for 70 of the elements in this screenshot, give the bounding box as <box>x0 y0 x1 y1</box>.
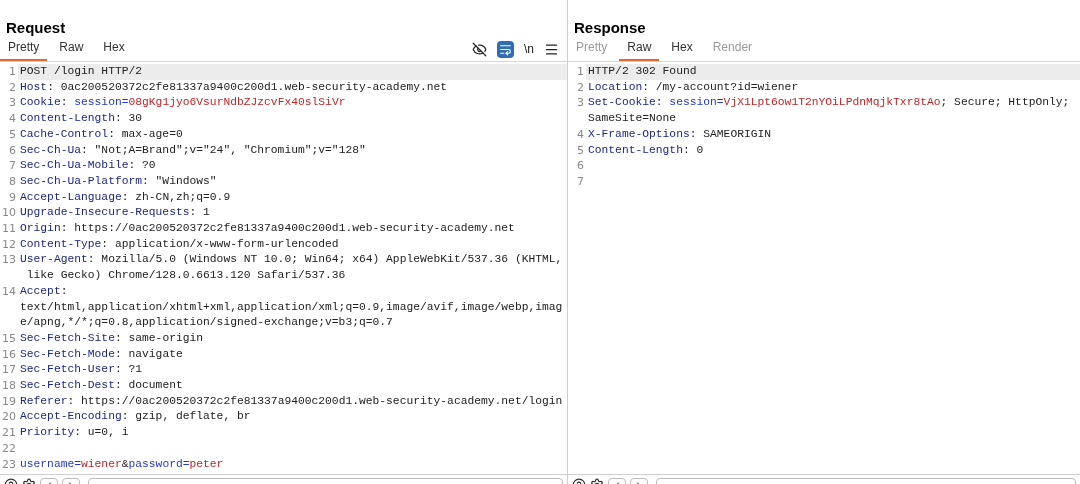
line-number: 12 <box>1 236 17 253</box>
line-number: 14 <box>1 283 17 300</box>
code-line: Cache-Control: max-age=0 <box>19 126 184 142</box>
line-number: 19 <box>1 393 17 410</box>
tab[interactable]: Raw <box>619 38 660 61</box>
line-number: 3 <box>8 95 17 112</box>
line-number: 2 <box>576 79 585 96</box>
hide-icon[interactable] <box>472 41 487 57</box>
code-line: username=wiener&password=peter <box>19 456 225 472</box>
tab[interactable]: Hex <box>95 38 133 61</box>
tab[interactable]: Hex <box>663 38 701 61</box>
line-number: 20 <box>1 409 17 426</box>
code-line: Set-Cookie: session=VjX1Lpt6ow1T2nYOiLPdnMqjkTxr8tAo; Secure; HttpOnly; <box>587 95 1071 111</box>
code-line: Origin: https://0ac200520372c2fe81337a9400c200d1.web-security-academy.net <box>19 221 516 237</box>
menu-icon[interactable] <box>544 41 559 57</box>
line-number: 5 <box>8 126 17 143</box>
line-number: 6 <box>576 158 585 174</box>
line-number: 23 <box>1 456 17 473</box>
line-number: 7 <box>576 173 585 190</box>
code-line: Sec-Ch-Ua: "Not;A=Brand";v="24", "Chromium";v="128" <box>19 142 367 158</box>
line-number: 13 <box>1 252 17 269</box>
line-number: 4 <box>8 111 17 127</box>
code-line: like Gecko) Chrome/128.0.6613.120 Safari/537.36 <box>25 268 347 284</box>
line-number: 16 <box>1 346 17 363</box>
line-number: 8 <box>8 173 17 190</box>
line-number: 7 <box>8 158 17 174</box>
newline-toggle[interactable]: \n <box>524 40 534 58</box>
line-number: 22 <box>1 440 17 457</box>
code-line: Accept-Encoding: gzip, deflate, br <box>19 409 252 425</box>
line-number: 9 <box>8 189 17 206</box>
panel-title: Request <box>5 18 67 38</box>
tab[interactable]: Raw <box>51 38 92 61</box>
line-number: 17 <box>1 362 17 379</box>
tab[interactable]: Pretty <box>0 38 48 61</box>
line-number: 10 <box>1 205 17 222</box>
code-line: X-Frame-Options: SAMEORIGIN <box>587 126 773 142</box>
line-number: 21 <box>1 425 17 441</box>
code-line: e/apng,*/*;q=0.8,application/signed-exchange;v=b3;q=0.7 <box>19 315 394 331</box>
code-line: Sec-Ch-Ua-Platform: "Windows" <box>19 173 218 189</box>
line-number: 3 <box>576 95 585 112</box>
code-line: Referer: https://0ac200520372c2fe81337a9400c200d1.web-security-academy.net/login <box>19 393 564 409</box>
code-line: text/html,application/xhtml+xml,application/xml;q=0.9,image/avif,image/webp,imag <box>19 299 564 315</box>
wrap-toggle[interactable] <box>497 40 514 58</box>
code-line: Sec-Fetch-Mode: navigate <box>19 346 184 362</box>
code-line: Accept: <box>19 283 69 299</box>
code-line: Sec-Fetch-User: ?1 <box>19 362 144 378</box>
code-line: SameSite=None <box>587 111 678 127</box>
line-number: 18 <box>1 378 17 394</box>
code-line: Accept-Language: zh-CN,zh;q=0.9 <box>19 189 232 205</box>
line-number: 6 <box>8 142 17 159</box>
code-line: Sec-Fetch-Site: same-origin <box>19 330 205 346</box>
line-number: 4 <box>576 126 585 143</box>
line-number: 5 <box>576 142 585 159</box>
code-line: Location: /my-account?id=wiener <box>587 79 800 95</box>
code-line: User-Agent: Mozilla/5.0 (Windows NT 10.0; Win64; x64) AppleWebKit/537.36 (KHTML, <box>19 252 564 268</box>
code-line: Content-Length: 30 <box>19 111 144 127</box>
code-line: Content-Length: 0 <box>587 142 705 158</box>
line-number: 15 <box>1 330 17 347</box>
code-line: Upgrade-Insecure-Requests: 1 <box>19 205 211 221</box>
line-number: 1 <box>576 64 585 80</box>
code-line: Priority: u=0, i <box>19 425 130 441</box>
panel-title: Response <box>573 18 647 38</box>
line-number: 2 <box>8 79 17 96</box>
code-line: Content-Type: application/x-www-form-urlencoded <box>19 236 340 252</box>
code-line: Sec-Fetch-Dest: document <box>19 378 184 394</box>
code-line: Sec-Ch-Ua-Mobile: ?0 <box>19 158 157 174</box>
line-number: 1 <box>8 64 17 80</box>
code-line: Cookie: session=08gKg1jyo6VsurNdbZJzcvFx40slSiVr <box>19 95 347 111</box>
code-line: Host: 0ac200520372c2fe81337a9400c200d1.web-security-academy.net <box>19 79 449 95</box>
line-number: 11 <box>1 221 17 237</box>
